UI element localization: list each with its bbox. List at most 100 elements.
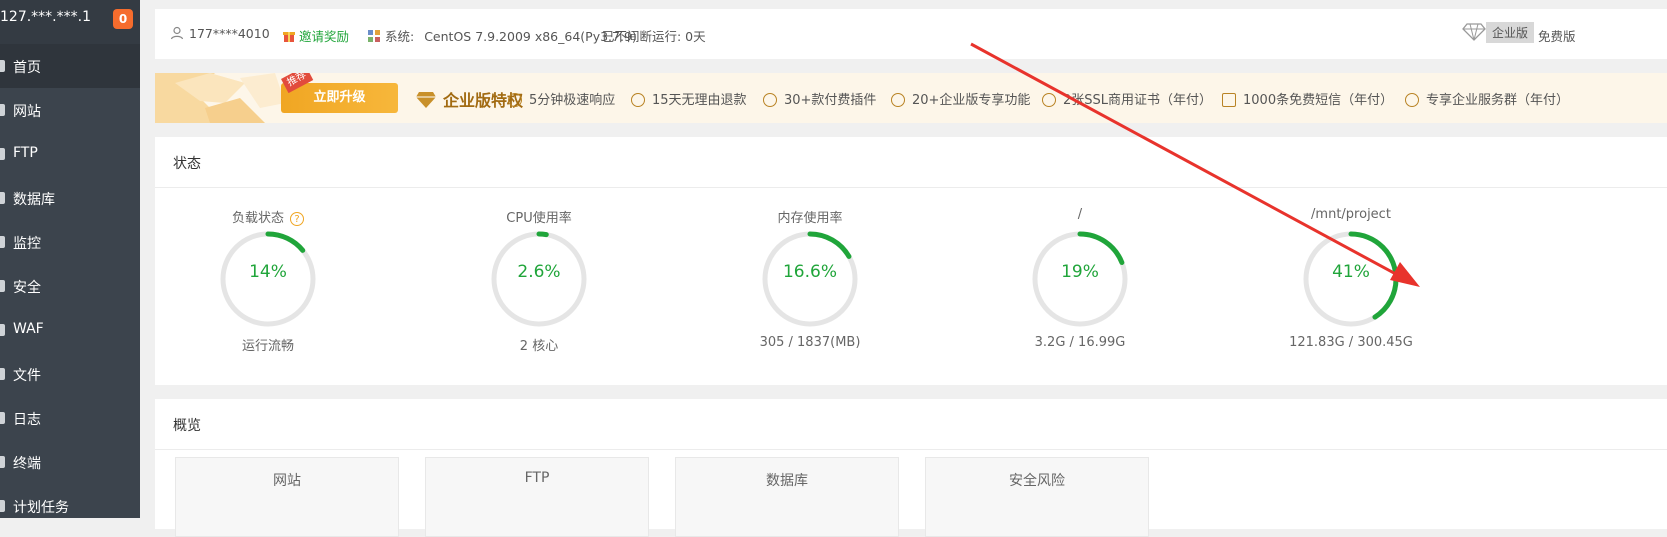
help-icon[interactable]: ? <box>290 212 304 226</box>
server-ip: 127.***.***.1 <box>0 9 91 25</box>
ftp-icon <box>0 148 5 160</box>
tile-label: 网站 <box>273 473 301 489</box>
crown-diamond-icon <box>416 92 436 108</box>
mail-icon <box>1222 93 1236 107</box>
sidebar-item-home[interactable]: 首页 <box>0 44 140 88</box>
sidebar-item-waf[interactable]: WAF <box>0 308 140 352</box>
gauge-subtext: 2 核心 <box>519 339 559 354</box>
firewall-icon <box>0 324 5 336</box>
overview-title: 概览 <box>173 418 201 434</box>
perk-item: 30+款付费插件 <box>763 89 876 108</box>
perk-label: 2张SSL商用证书（年付） <box>1063 93 1213 108</box>
sidebar-item-cron[interactable]: 计划任务 <box>0 484 140 528</box>
sidebar-item-label: 文件 <box>13 368 41 384</box>
gauge-value: 2.6% <box>517 262 561 282</box>
top-info-bar: 177****4010 邀请奖励 系统: CentOS 7.9.2009 x86… <box>155 9 1667 59</box>
perk-label: 15天无理由退款 <box>652 93 747 108</box>
gauge-value: 14% <box>249 262 287 282</box>
overview-tile-website[interactable]: 网站 <box>175 457 399 537</box>
sidebar-item-database[interactable]: 数据库 <box>0 176 140 220</box>
gauge-label: / <box>1077 207 1083 222</box>
diamond-outline-icon <box>891 93 905 107</box>
gauge-subtext: 121.83G / 300.45G <box>1289 335 1413 350</box>
sidebar-item-website[interactable]: 网站 <box>0 88 140 132</box>
globe-icon <box>0 104 5 116</box>
sidebar-item-label: 日志 <box>13 412 41 428</box>
log-icon <box>0 412 5 424</box>
user-info: 177****4010 <box>170 26 270 41</box>
system-label: 系统: <box>385 29 415 44</box>
uptime: 已不间断运行: 0天 <box>602 29 706 44</box>
perk-item: 5分钟极速响应 <box>508 89 615 108</box>
sidebar-item-label: FTP <box>13 145 38 161</box>
database-icon <box>0 192 5 204</box>
gauge-label: CPU使用率 <box>506 211 572 226</box>
perk-label: 5分钟极速响应 <box>529 93 616 108</box>
sidebar-item-label: 数据库 <box>13 192 55 208</box>
status-card: 状态 负载状态? 14% 运行流畅 CPU使用率 2.6% 2 核心 内存使用率… <box>155 137 1667 385</box>
sidebar-item-logs[interactable]: 日志 <box>0 396 140 440</box>
perk-item: 15天无理由退款 <box>631 89 747 108</box>
divider <box>155 187 1667 188</box>
sidebar-item-terminal[interactable]: 终端 <box>0 440 140 484</box>
refund-icon <box>631 93 645 107</box>
folder-icon <box>0 368 5 380</box>
stopwatch-icon <box>508 93 522 107</box>
gauge-subtext: 3.2G / 16.99G <box>1034 335 1126 350</box>
sidebar-item-security[interactable]: 安全 <box>0 264 140 308</box>
sidebar-item-monitor[interactable]: 监控 <box>0 220 140 264</box>
gauge-value: 41% <box>1332 262 1370 282</box>
server-header: 127.***.***.1 0 <box>0 0 140 44</box>
tile-label: 数据库 <box>766 473 808 489</box>
status-title: 状态 <box>173 156 201 172</box>
notification-badge[interactable]: 0 <box>113 9 133 29</box>
sidebar-item-label: 终端 <box>13 456 41 472</box>
overview-tile-database[interactable]: 数据库 <box>675 457 899 537</box>
perk-item: 2张SSL商用证书（年付） <box>1042 89 1212 108</box>
sidebar-item-label: WAF <box>13 321 44 337</box>
overview-tile-security-risk[interactable]: 安全风险 <box>925 457 1149 537</box>
overview-card: 概览 网站 FTP 数据库 安全风险 <box>155 399 1667 537</box>
perk-label: 专享企业服务群（年付） <box>1426 93 1570 108</box>
sidebar: 127.***.***.1 0 首页 网站 FTP 数据库 监控 安全 WAF … <box>0 0 140 518</box>
ssl-icon <box>1042 93 1056 107</box>
perk-label: 30+款付费插件 <box>784 93 877 108</box>
terminal-icon <box>0 456 5 468</box>
edition-label: 企业版 <box>1486 22 1535 43</box>
perk-label: 1000条免费短信（年付） <box>1243 93 1394 108</box>
gauge-value: 16.6% <box>782 262 837 282</box>
gift-icon <box>283 32 295 42</box>
gauge-value: 19% <box>1061 262 1099 282</box>
sidebar-item-files[interactable]: 文件 <box>0 352 140 396</box>
perk-item: 20+企业版专享功能 <box>891 89 1030 108</box>
heart-icon <box>1405 93 1419 107</box>
gauge-label: /mnt/project <box>1311 207 1391 222</box>
sidebar-item-label: 网站 <box>13 104 41 120</box>
gauge-label: 内存使用率 <box>777 211 843 226</box>
tile-label: 安全风险 <box>1009 473 1065 489</box>
perk-item: 1000条免费短信（年付） <box>1222 89 1393 108</box>
home-icon <box>0 60 5 72</box>
sidebar-item-ftp[interactable]: FTP <box>0 132 140 176</box>
gauge-subtext: 305 / 1837(MB) <box>759 335 861 350</box>
user-icon <box>170 26 184 40</box>
user-phone: 177****4010 <box>189 26 270 41</box>
system-icon <box>368 30 380 42</box>
gauge-subtext: 运行流畅 <box>241 339 294 354</box>
diamond-icon <box>1462 23 1486 41</box>
invite-label: 邀请奖励 <box>299 29 350 44</box>
sidebar-item-label: 首页 <box>13 60 41 76</box>
overview-tile-ftp[interactable]: FTP <box>425 457 649 537</box>
sidebar-item-label: 安全 <box>13 280 41 296</box>
gauge-label-text: 负载状态 <box>231 211 284 226</box>
invite-link[interactable]: 邀请奖励 <box>283 26 349 45</box>
enterprise-promo-banner: 立即升级 推荐 企业版特权 5分钟极速响应 15天无理由退款 30+款付费插件 … <box>155 73 1667 123</box>
system-info: 系统: CentOS 7.9.2009 x86_64(Py3.7.9) <box>367 26 637 45</box>
gauge-label: 负载状态? <box>173 207 363 226</box>
free-label: 免费版 <box>1538 29 1576 44</box>
clock-icon <box>0 500 5 512</box>
plugin-icon <box>763 93 777 107</box>
divider <box>155 449 1667 450</box>
enterprise-badge[interactable]: 企业版 <box>1462 22 1535 43</box>
decorative-pattern <box>155 73 285 123</box>
